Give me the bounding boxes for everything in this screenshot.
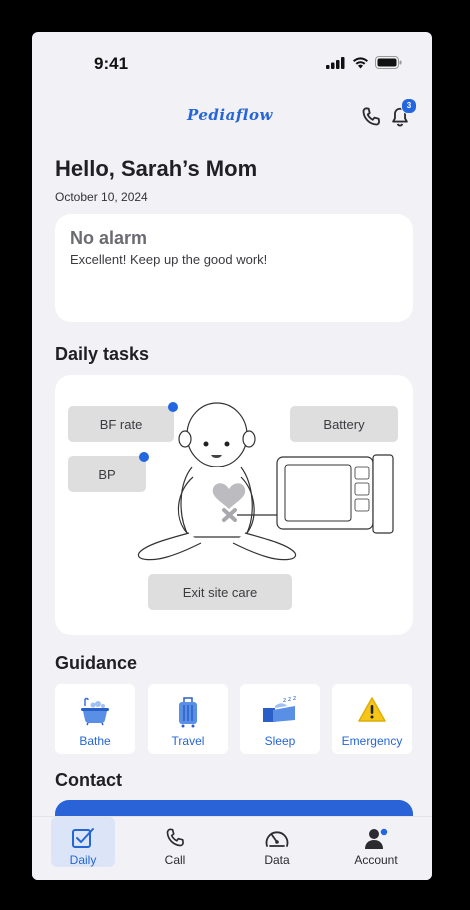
phone-icon <box>166 828 184 847</box>
checkbox-icon <box>72 828 94 848</box>
bed-icon: z z z <box>263 696 296 722</box>
guidance-sleep-label: Sleep <box>264 734 296 748</box>
status-bar: 9:41 <box>32 32 432 96</box>
notification-badge: 3 <box>401 98 417 114</box>
guidance-emergency-card[interactable]: Emergency <box>332 684 412 754</box>
svg-text:z: z <box>288 696 291 703</box>
nav-data[interactable]: Data <box>245 817 309 867</box>
battery-button[interactable]: Battery <box>290 406 398 442</box>
phone-icon <box>362 107 380 126</box>
contact-title: Contact <box>55 770 122 790</box>
nav-daily[interactable]: Daily <box>51 817 115 867</box>
guidance-bathe-label: Bathe <box>79 734 111 748</box>
nav-call-label: Call <box>164 853 186 867</box>
app-header: Pediaflow 3 <box>32 98 432 133</box>
exit-site-care-button[interactable]: Exit site care <box>148 574 292 610</box>
svg-text:z: z <box>293 696 296 702</box>
suitcase-icon <box>179 697 197 728</box>
alarm-card: No alarm Excellent! Keep up the good wor… <box>55 214 413 322</box>
svg-text:z: z <box>283 697 286 704</box>
guidance-title: Guidance <box>55 653 138 673</box>
notifications-button[interactable]: 3 <box>389 98 417 133</box>
greeting-date: October 10, 2024 <box>55 190 148 204</box>
bf-rate-button[interactable]: BF rate <box>68 406 174 442</box>
nav-account[interactable]: Account <box>344 817 408 867</box>
battery-icon <box>375 56 402 69</box>
bf-rate-indicator-dot <box>168 402 178 412</box>
warning-icon <box>358 697 386 722</box>
nav-account-label: Account <box>354 853 398 867</box>
gauge-icon <box>265 831 289 847</box>
bp-indicator-dot <box>139 452 149 462</box>
daily-tasks-title: Daily tasks <box>55 344 150 364</box>
nav-call[interactable]: Call <box>143 817 207 867</box>
bottom-navigation: Daily Call Data Account <box>32 816 432 880</box>
status-time: 9:41 <box>94 54 129 73</box>
app-logo: Pediaflow <box>187 106 273 124</box>
call-button[interactable] <box>360 106 382 133</box>
bathtub-icon <box>81 697 109 726</box>
guidance-travel-label: Travel <box>171 734 205 748</box>
greeting-title: Hello, Sarah’s Mom <box>55 156 258 181</box>
guidance-sleep-card[interactable]: z z z Sleep <box>240 684 320 754</box>
guidance-travel-card[interactable]: Travel <box>148 684 228 754</box>
cellular-signal-icon <box>326 56 345 69</box>
guidance-emergency-label: Emergency <box>341 734 403 748</box>
nav-daily-label: Daily <box>69 853 97 867</box>
phone-screen: 9:41 Pediaflow 3 Hello, Sarah’s Mom Octo… <box>32 32 432 880</box>
system-icons <box>326 56 402 69</box>
alarm-title: No alarm <box>70 228 148 248</box>
user-icon <box>365 827 389 849</box>
alarm-message: Excellent! Keep up the good work! <box>70 252 268 267</box>
daily-tasks-card: BF rate Battery BP Exit site care <box>55 375 413 635</box>
wifi-icon <box>353 56 368 68</box>
nav-data-label: Data <box>264 853 290 867</box>
bp-button[interactable]: BP <box>68 456 146 492</box>
guidance-bathe-card[interactable]: Bathe <box>55 684 135 754</box>
